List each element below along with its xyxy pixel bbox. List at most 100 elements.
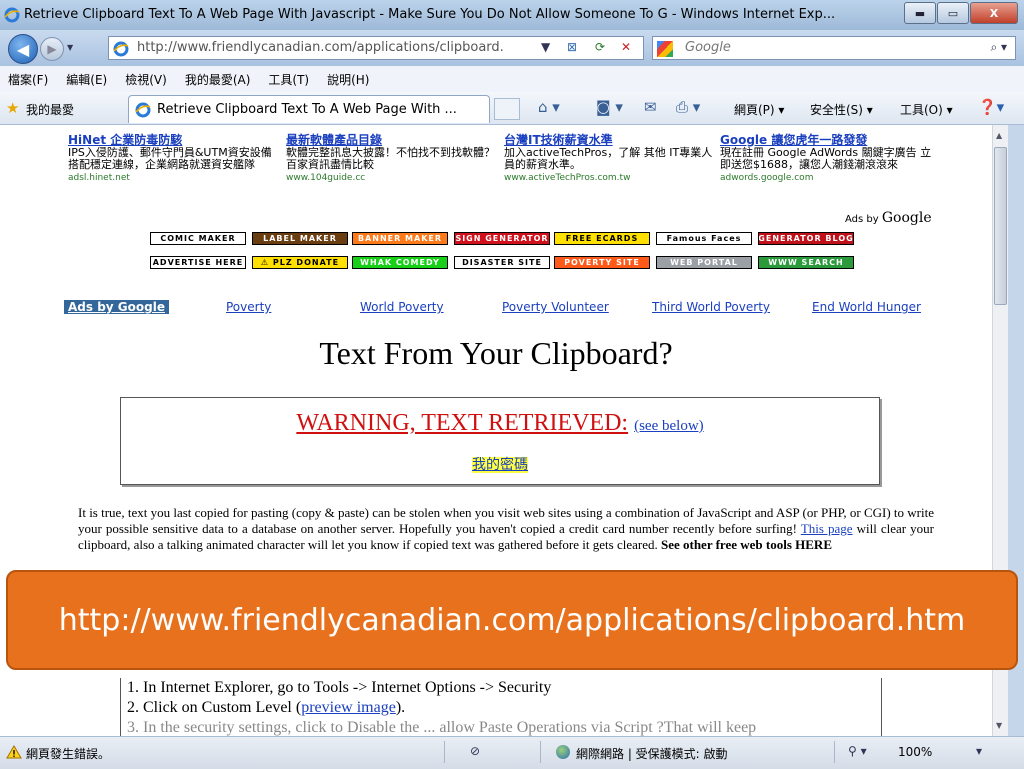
compatibility-icon[interactable]: ⊠ bbox=[567, 40, 577, 54]
explanation-paragraph: It is true, text you last copied for pas… bbox=[78, 505, 935, 552]
banner-poverty-site[interactable]: POVERTY SITE bbox=[554, 256, 650, 269]
recent-pages-dropdown[interactable]: ▼ bbox=[67, 43, 73, 52]
status-bar: 網頁發生錯誤。 ⊘ 網際網路 | 受保護模式: 啟動 ⚲ ▾ 100% ▾ bbox=[0, 736, 1024, 769]
help-icon[interactable]: ❓▾ bbox=[978, 98, 1004, 116]
minimize-button[interactable]: ▬ bbox=[904, 2, 936, 24]
feeds-icon[interactable]: ◙ ▾ bbox=[596, 98, 623, 116]
maximize-button[interactable]: ▭ bbox=[937, 2, 969, 24]
ad-url[interactable]: www.104guide.cc bbox=[286, 172, 498, 184]
banner-generator-blog[interactable]: GENERATOR BLOG bbox=[758, 232, 854, 245]
ad-url[interactable]: adsl.hinet.net bbox=[68, 172, 280, 184]
ad-link-third-world-poverty[interactable]: Third World Poverty bbox=[652, 300, 770, 314]
ad-title[interactable]: 台灣IT技術薪資水準 bbox=[504, 134, 716, 146]
see-below-link[interactable]: (see below) bbox=[634, 418, 704, 434]
google-logo-icon bbox=[657, 41, 673, 57]
ad-link-poverty-volunteer[interactable]: Poverty Volunteer bbox=[502, 300, 609, 314]
search-box[interactable]: Google ⌕ ▾ bbox=[652, 36, 1016, 60]
banner-banner-maker[interactable]: BANNER MAKER bbox=[352, 232, 448, 245]
mail-icon[interactable]: ✉ bbox=[644, 98, 657, 116]
ad-block[interactable]: 台灣IT技術薪資水準 加入activeTechPros，了解 其他 IT專業人員… bbox=[504, 134, 716, 184]
tools-menu-button[interactable]: 工具(O) ▾ bbox=[900, 101, 953, 118]
ad-block[interactable]: HiNet 企業防毒防駭 IPS入侵防護、郵件守門員&UTM資安設備 搭配穩定連… bbox=[68, 134, 280, 184]
scroll-down-icon[interactable]: ▼ bbox=[996, 721, 1002, 730]
ad-url[interactable]: www.activeTechPros.com.tw bbox=[504, 172, 716, 184]
ad-link-poverty[interactable]: Poverty bbox=[226, 300, 271, 314]
arrow-right-icon: ▶ bbox=[47, 42, 57, 56]
overlay-url-text: http://www.friendlycanadian.com/applicat… bbox=[58, 602, 966, 638]
privacy-icon[interactable]: ⊘ bbox=[470, 744, 480, 758]
window-title: Retrieve Clipboard Text To A Web Page Wi… bbox=[24, 7, 836, 22]
safety-menu-button[interactable]: 安全性(S) ▾ bbox=[810, 101, 873, 118]
preview-image-link[interactable]: preview image bbox=[301, 699, 396, 716]
banner-label-maker[interactable]: LABEL MAKER bbox=[252, 232, 348, 245]
ad-description: 現在註冊 Google AdWords 關鍵字廣告 立即送您$1688，讓您人潮… bbox=[720, 146, 932, 171]
scroll-up-icon[interactable]: ▲ bbox=[996, 131, 1002, 140]
ad-link-end-world-hunger[interactable]: End World Hunger bbox=[812, 300, 921, 314]
tab-favicon-icon bbox=[135, 102, 151, 118]
ad-title[interactable]: 最新軟體產品目錄 bbox=[286, 134, 498, 146]
page-menu-button[interactable]: 網頁(P) ▾ bbox=[734, 101, 784, 118]
step-2: 2. Click on Custom Level (preview image)… bbox=[127, 699, 406, 716]
address-bar[interactable]: http://www.friendlycanadian.com/applicat… bbox=[108, 36, 644, 60]
ad-block[interactable]: Google 讓您虎年一路發發 現在註冊 Google AdWords 關鍵字廣… bbox=[720, 134, 932, 184]
warning-box: WARNING, TEXT RETRIEVED: (see below) 我的密… bbox=[120, 397, 880, 485]
ad-block[interactable]: 最新軟體產品目錄 軟體完整訊息大披露！不怕找不到找軟體？百家資訊盡情比較 www… bbox=[286, 134, 498, 184]
menu-tools[interactable]: 工具(T) bbox=[268, 71, 309, 88]
favorites-button[interactable]: 我的最愛 bbox=[26, 101, 74, 118]
menu-bar: 檔案(F) 編輯(E) 檢視(V) 我的最愛(A) 工具(T) 說明(H) bbox=[0, 66, 1024, 93]
stop-icon[interactable]: ✕ bbox=[621, 40, 631, 54]
page-favicon-icon bbox=[113, 41, 129, 57]
address-dropdown-icon[interactable]: ▼ bbox=[541, 40, 550, 54]
zoom-dropdown-icon[interactable]: ▾ bbox=[976, 744, 982, 758]
other-tools-link[interactable]: See other free web tools HERE bbox=[661, 537, 832, 552]
new-tab-button[interactable] bbox=[494, 98, 520, 120]
home-icon[interactable]: ⌂ ▾ bbox=[538, 98, 560, 116]
banner-sign-generator[interactable]: SIGN GENERATOR bbox=[454, 232, 550, 245]
banner-comic-maker[interactable]: COMIC MAKER bbox=[150, 232, 246, 245]
menu-favorites[interactable]: 我的最愛(A) bbox=[185, 71, 251, 88]
ad-url[interactable]: adwords.google.com bbox=[720, 172, 932, 184]
menu-edit[interactable]: 編輯(E) bbox=[66, 71, 107, 88]
star-icon[interactable]: ★ bbox=[6, 99, 19, 117]
banner-free-ecards[interactable]: FREE ECARDS bbox=[554, 232, 650, 245]
ad-description: 軟體完整訊息大披露！不怕找不到找軟體？百家資訊盡情比較 bbox=[286, 146, 495, 171]
banner-whak-comedy[interactable]: WHAK COMEDY bbox=[352, 256, 448, 269]
zoom-level[interactable]: 100% bbox=[898, 745, 932, 759]
banner-advertise-here[interactable]: ADVERTISE HERE bbox=[150, 256, 246, 269]
ad-title[interactable]: Google 讓您虎年一路發發 bbox=[720, 134, 932, 146]
address-input[interactable]: http://www.friendlycanadian.com/applicat… bbox=[137, 40, 537, 55]
status-divider bbox=[540, 741, 541, 763]
banner-plz-donate[interactable]: ⚠ PLZ DONATE bbox=[252, 256, 348, 269]
banner-www-search[interactable]: WWW SEARCH bbox=[758, 256, 854, 269]
search-icon[interactable]: ⌕ ▾ bbox=[990, 40, 1007, 55]
ads-by-google-link[interactable]: Ads by Google bbox=[64, 300, 169, 314]
security-zone-text[interactable]: 網際網路 | 受保護模式: 啟動 bbox=[576, 745, 728, 762]
step-1: 1. In Internet Explorer, go to Tools -> … bbox=[127, 679, 552, 696]
scrollbar-thumb[interactable] bbox=[994, 147, 1007, 305]
ad-title[interactable]: HiNet 企業防毒防駭 bbox=[68, 134, 280, 146]
back-button[interactable]: ◀ bbox=[8, 34, 38, 64]
warning-heading: WARNING, TEXT RETRIEVED: (see below) bbox=[296, 410, 704, 436]
menu-file[interactable]: 檔案(F) bbox=[8, 71, 48, 88]
tab-current[interactable]: Retrieve Clipboard Text To A Web Page Wi… bbox=[128, 95, 490, 123]
warning-icon[interactable] bbox=[6, 745, 22, 759]
ad-link-world-poverty[interactable]: World Poverty bbox=[360, 300, 444, 314]
menu-help[interactable]: 說明(H) bbox=[327, 71, 369, 88]
forward-button[interactable]: ▶ bbox=[40, 37, 64, 61]
protected-mode-icon[interactable]: ⚲ ▾ bbox=[848, 744, 867, 758]
banner-web-portal[interactable]: WEB PORTAL bbox=[656, 256, 752, 269]
banner-famous-faces[interactable]: Famous Faces bbox=[656, 232, 752, 245]
page-title: Text From Your Clipboard? bbox=[319, 335, 673, 371]
menu-view[interactable]: 檢視(V) bbox=[125, 71, 167, 88]
ad-description: 加入activeTechPros，了解 其他 IT專業人員的薪資水準。 bbox=[504, 146, 713, 171]
close-button[interactable]: X bbox=[970, 2, 1018, 24]
ad-description: IPS入侵防護、郵件守門員&UTM資安設備 搭配穩定連線，企業網路就選資安艦隊 bbox=[68, 146, 272, 171]
page-error-text[interactable]: 網頁發生錯誤。 bbox=[26, 745, 110, 762]
ads-by-google-label[interactable]: Ads by Google bbox=[845, 210, 932, 226]
banner-disaster-site[interactable]: DISASTER SITE bbox=[454, 256, 550, 269]
search-input[interactable]: Google bbox=[685, 40, 731, 55]
refresh-icon[interactable]: ⟳ bbox=[595, 40, 605, 54]
print-icon[interactable]: ⎙ ▾ bbox=[676, 98, 700, 116]
internet-zone-icon bbox=[556, 745, 570, 759]
this-page-link[interactable]: This page bbox=[801, 521, 853, 536]
